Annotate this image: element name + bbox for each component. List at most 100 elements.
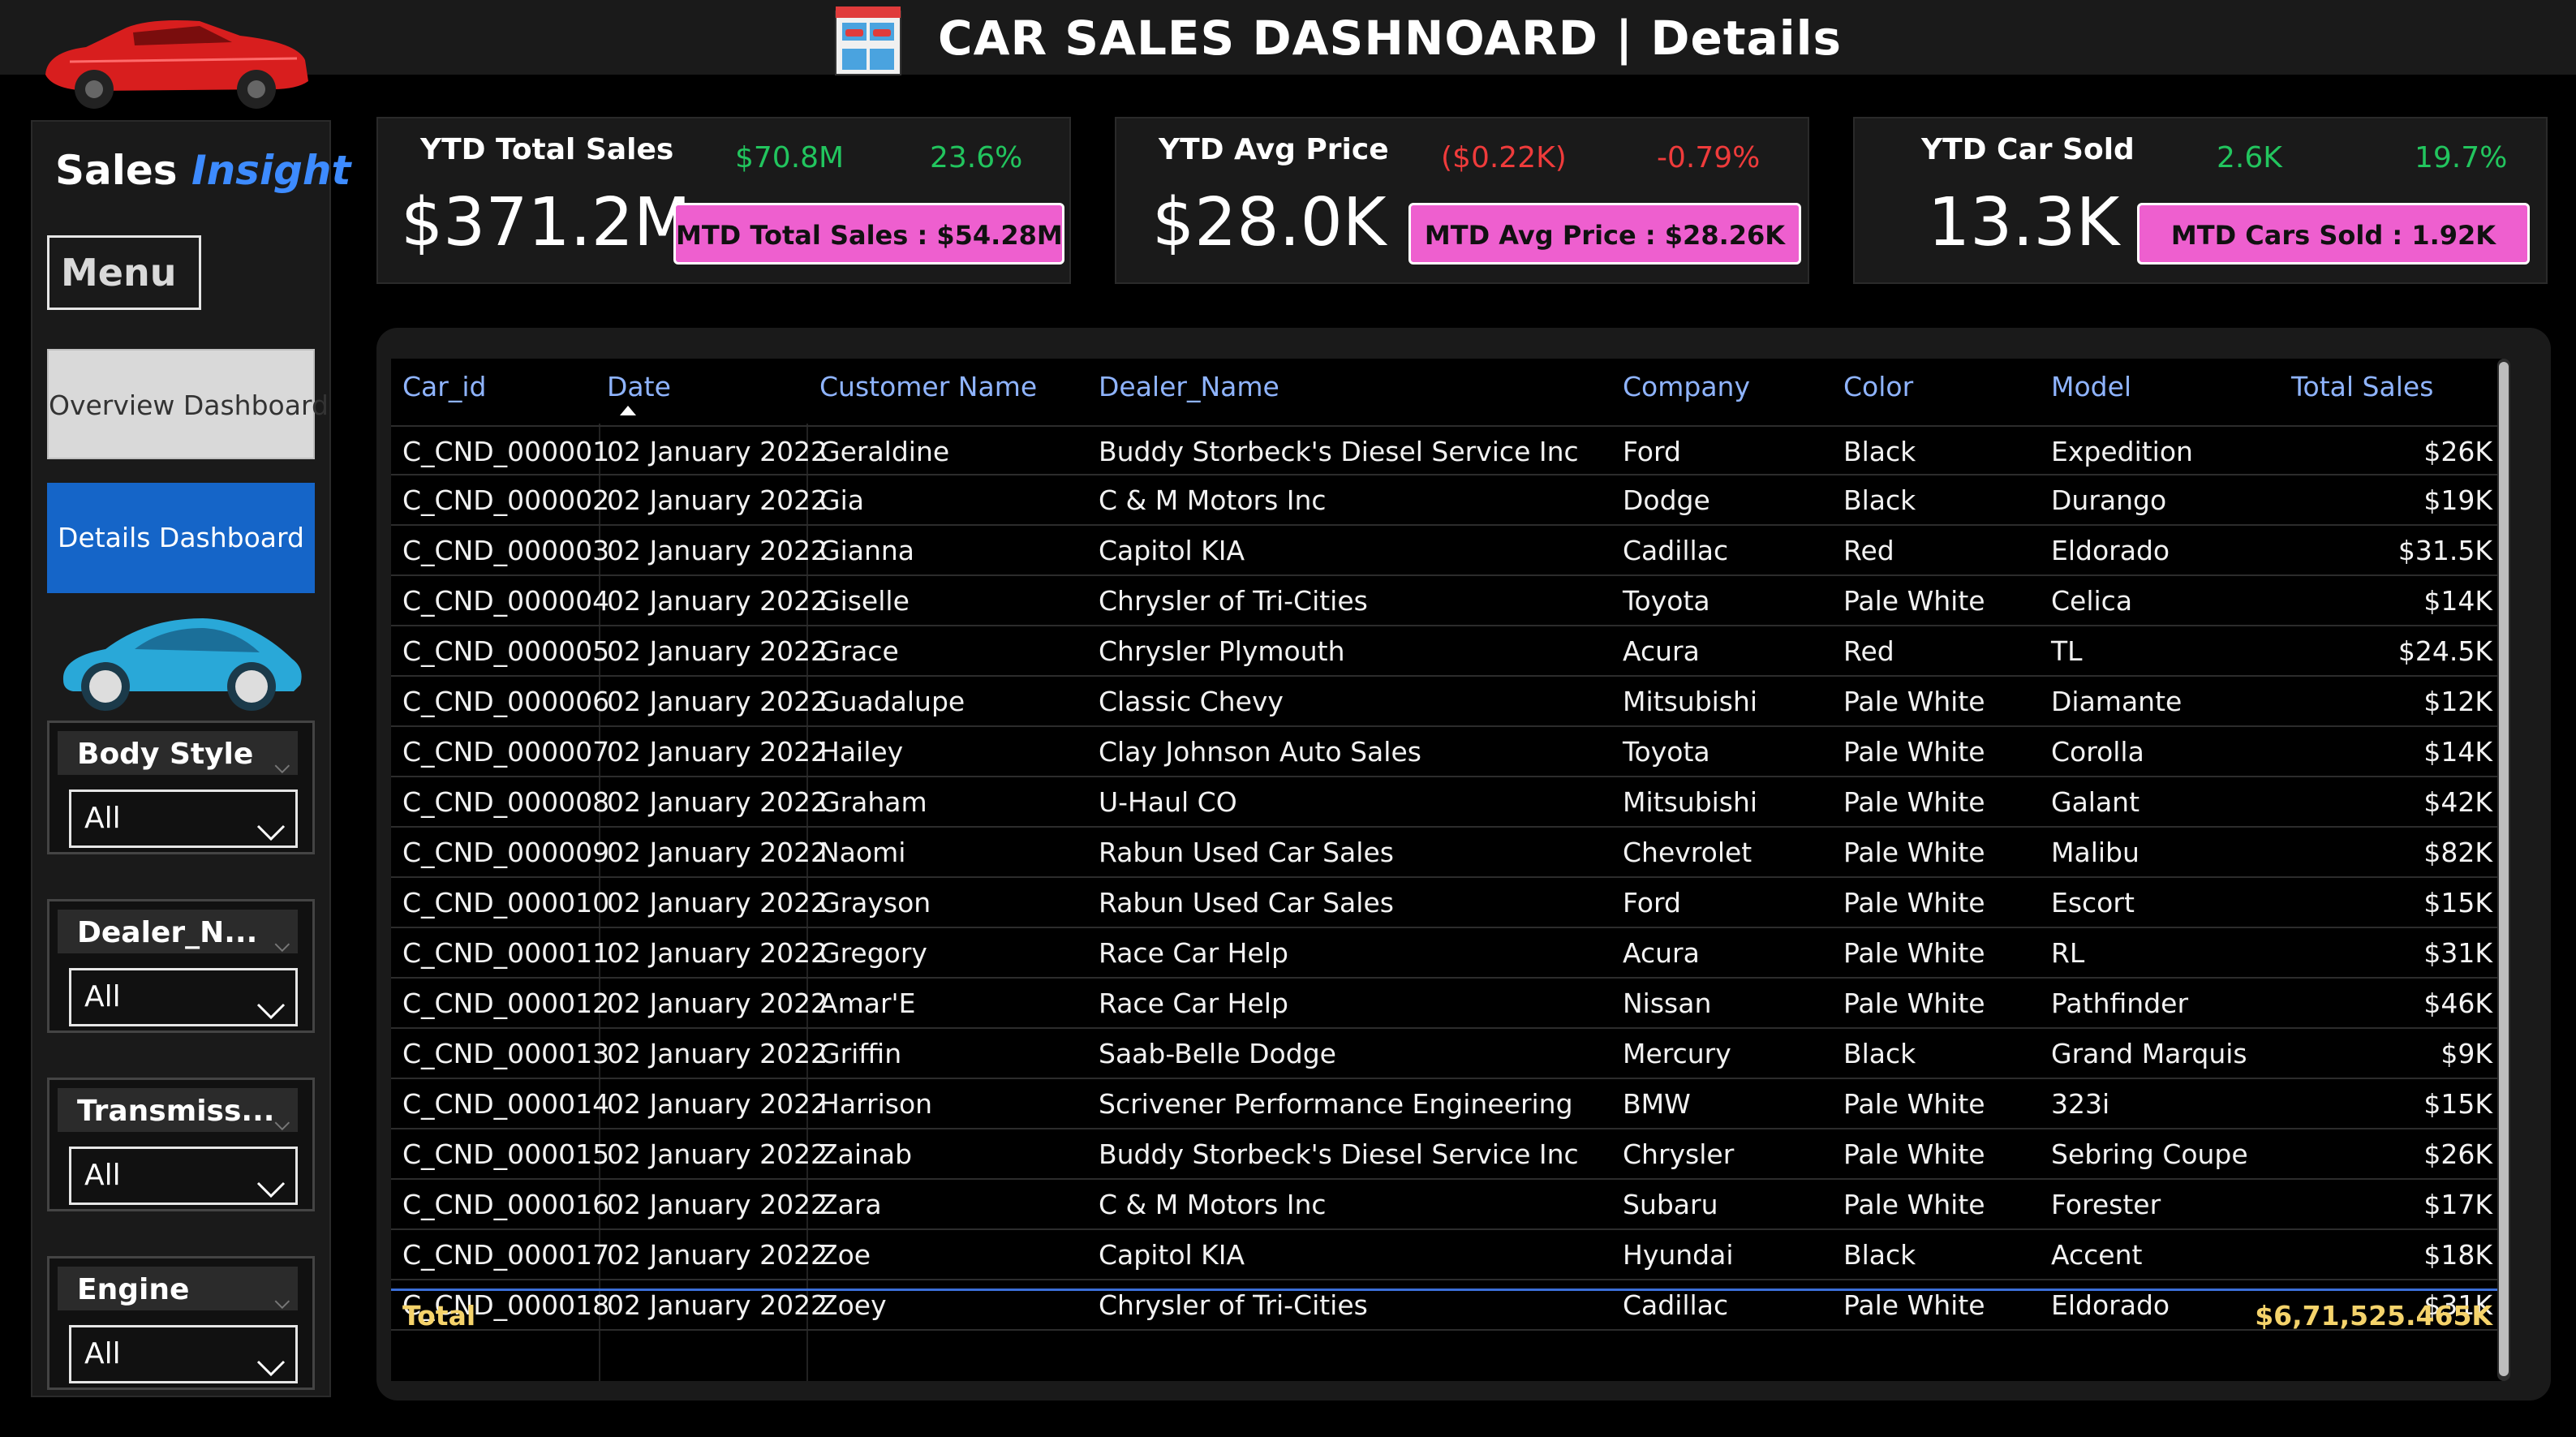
table-cell: Chrysler: [1623, 1138, 1735, 1170]
engine-dropdown[interactable]: All: [69, 1325, 298, 1383]
table-cell: $9K: [2441, 1038, 2492, 1069]
table-cell: 02 January 2022: [607, 1088, 828, 1120]
table-cell: $26K: [2423, 1138, 2492, 1170]
table-cell: 02 January 2022: [607, 887, 828, 919]
filter-dealer-name: Dealer_N... ⌵ All: [47, 899, 315, 1033]
filter-dealer-name-label: Dealer_N... ⌵: [58, 910, 298, 953]
column-header-color[interactable]: Color: [1843, 367, 1913, 407]
table-cell: $31.5K: [2398, 535, 2492, 566]
table-cell: Black: [1843, 1239, 1916, 1271]
kpi-delta-value: 2.6K: [2217, 141, 2282, 174]
table-cell: Nissan: [1623, 987, 1712, 1019]
total-label: Total: [402, 1300, 476, 1332]
table-cell: C_CND_000002: [402, 484, 610, 516]
column-header-dealer-name[interactable]: Dealer_Name: [1099, 367, 1279, 407]
table-row[interactable]: C_CND_000012 02 January 2022 Amar'E Race Ca…: [391, 979, 2502, 1029]
table-cell: C_CND_000017: [402, 1239, 610, 1271]
details-dashboard-button[interactable]: Details Dashboard: [47, 483, 315, 593]
table-cell: 323i: [2051, 1088, 2110, 1120]
table-cell: Accent: [2051, 1239, 2143, 1271]
table-cell: 02 January 2022: [607, 1239, 828, 1271]
table-cell: Chrysler of Tri-Cities: [1099, 585, 1368, 617]
scrollbar-thumb[interactable]: [2499, 362, 2509, 1376]
table-cell: RL: [2051, 937, 2085, 969]
table-cell: Mitsubishi: [1623, 686, 1758, 717]
filter-transmission-label: Transmiss... ⌵: [58, 1088, 298, 1132]
table-cell: Gia: [819, 484, 864, 516]
table-cell: Mitsubishi: [1623, 786, 1758, 818]
table-cell: Subaru: [1623, 1189, 1718, 1220]
table-cell: Gianna: [819, 535, 915, 566]
column-header-customer-name[interactable]: Customer Name: [819, 367, 1037, 407]
table-cell: Corolla: [2051, 736, 2144, 768]
table-row[interactable]: C_CND_000008 02 January 2022 Graham U-Haul …: [391, 777, 2502, 828]
dealer-name-dropdown[interactable]: All: [69, 968, 298, 1026]
table-cell: Pale White: [1843, 736, 1985, 768]
chevron-down-icon: [256, 1342, 286, 1396]
table-row[interactable]: C_CND_000002 02 January 2022 Gia C & M Moto…: [391, 475, 2502, 526]
table-cell: Pale White: [1843, 686, 1985, 717]
table-cell: Eldorado: [2051, 535, 2170, 566]
table-cell: Giselle: [819, 585, 910, 617]
table-row[interactable]: C_CND_000015 02 January 2022 Zainab Buddy S…: [391, 1129, 2502, 1180]
filter-engine-label: Engine ⌵: [58, 1267, 298, 1310]
table-cell: Red: [1843, 535, 1894, 566]
table-row[interactable]: C_CND_000006 02 January 2022 Guadalupe Clas…: [391, 677, 2502, 727]
table-cell: Chevrolet: [1623, 837, 1752, 868]
table-cell: Zoe: [819, 1239, 871, 1271]
filter-transmission: Transmiss... ⌵ All: [47, 1078, 315, 1211]
table-cell: Diamante: [2051, 686, 2183, 717]
table-row[interactable]: C_CND_000011 02 January 2022 Gregory Race C…: [391, 928, 2502, 979]
chevron-down-icon: ⌵: [274, 933, 290, 953]
table-cell: Red: [1843, 635, 1894, 667]
column-header-total-sales[interactable]: Total Sales: [2291, 367, 2433, 407]
table-row[interactable]: C_CND_000007 02 January 2022 Hailey Clay Jo…: [391, 727, 2502, 777]
table-cell: 02 January 2022: [607, 484, 828, 516]
column-header-car-id[interactable]: Car_id: [402, 367, 486, 407]
table-row[interactable]: C_CND_000014 02 January 2022 Harrison Scriv…: [391, 1079, 2502, 1129]
column-header-company[interactable]: Company: [1623, 367, 1750, 407]
dealership-icon: [831, 5, 905, 81]
table-row[interactable]: C_CND_000001 02 January 2022 Geraldine Budd…: [391, 425, 2502, 475]
table-row[interactable]: C_CND_000013 02 January 2022 Griffin Saab-B…: [391, 1029, 2502, 1079]
brand-left: Sales: [55, 147, 178, 194]
table-row[interactable]: C_CND_000003 02 January 2022 Gianna Capitol…: [391, 526, 2502, 576]
table-cell: 02 January 2022: [607, 686, 828, 717]
table-row[interactable]: C_CND_000016 02 January 2022 Zara C & M Mot…: [391, 1180, 2502, 1230]
mtd-total-sales-badge: MTD Total Sales : $54.28M: [673, 203, 1064, 265]
column-header-model[interactable]: Model: [2051, 367, 2131, 407]
table-cell: C_CND_000006: [402, 686, 610, 717]
table-cell: Dodge: [1623, 484, 1710, 516]
chevron-down-icon: [256, 807, 286, 860]
kpi-value: $371.2M: [401, 184, 691, 261]
table-cell: Pale White: [1843, 987, 1985, 1019]
table-row[interactable]: C_CND_000010 02 January 2022 Grayson Rabun …: [391, 878, 2502, 928]
filter-label-text: Engine: [77, 1273, 190, 1306]
table-cell: 02 January 2022: [607, 786, 828, 818]
table-cell: $24.5K: [2398, 635, 2492, 667]
transmission-dropdown[interactable]: All: [69, 1147, 298, 1205]
body-style-dropdown[interactable]: All: [69, 789, 298, 848]
table-cell: Race Car Help: [1099, 987, 1288, 1019]
table-cell: Toyota: [1623, 736, 1710, 768]
table-cell: Grace: [819, 635, 899, 667]
table-scrollbar[interactable]: [2497, 359, 2510, 1381]
table-cell: Pale White: [1843, 887, 1985, 919]
table-row[interactable]: C_CND_000009 02 January 2022 Naomi Rabun Us…: [391, 828, 2502, 878]
column-header-date[interactable]: Date: [607, 367, 671, 407]
kpi-delta-value: ($0.22K): [1441, 141, 1567, 174]
page-title: CAR SALES DASHNOARD | Details: [938, 11, 1843, 66]
table-row[interactable]: C_CND_000005 02 January 2022 Grace Chrysler…: [391, 626, 2502, 677]
table-row[interactable]: C_CND_000017 02 January 2022 Zoe Capitol KI…: [391, 1230, 2502, 1280]
overview-dashboard-button[interactable]: Overview Dashboard: [47, 349, 329, 459]
table-cell: C_CND_000012: [402, 987, 610, 1019]
table-row[interactable]: C_CND_000004 02 January 2022 Giselle Chrysl…: [391, 576, 2502, 626]
sidebar: Sales Insight Menu Overview Dashboard De…: [31, 120, 350, 1397]
table-cell: Mercury: [1623, 1038, 1731, 1069]
table-cell: 02 January 2022: [607, 1138, 828, 1170]
table-cell: C_CND_000014: [402, 1088, 610, 1120]
sort-ascending-icon: [620, 406, 636, 415]
table-cell: C_CND_000016: [402, 1189, 610, 1220]
filter-label-text: Dealer_N...: [77, 916, 258, 949]
table-cell: Pale White: [1843, 585, 1985, 617]
